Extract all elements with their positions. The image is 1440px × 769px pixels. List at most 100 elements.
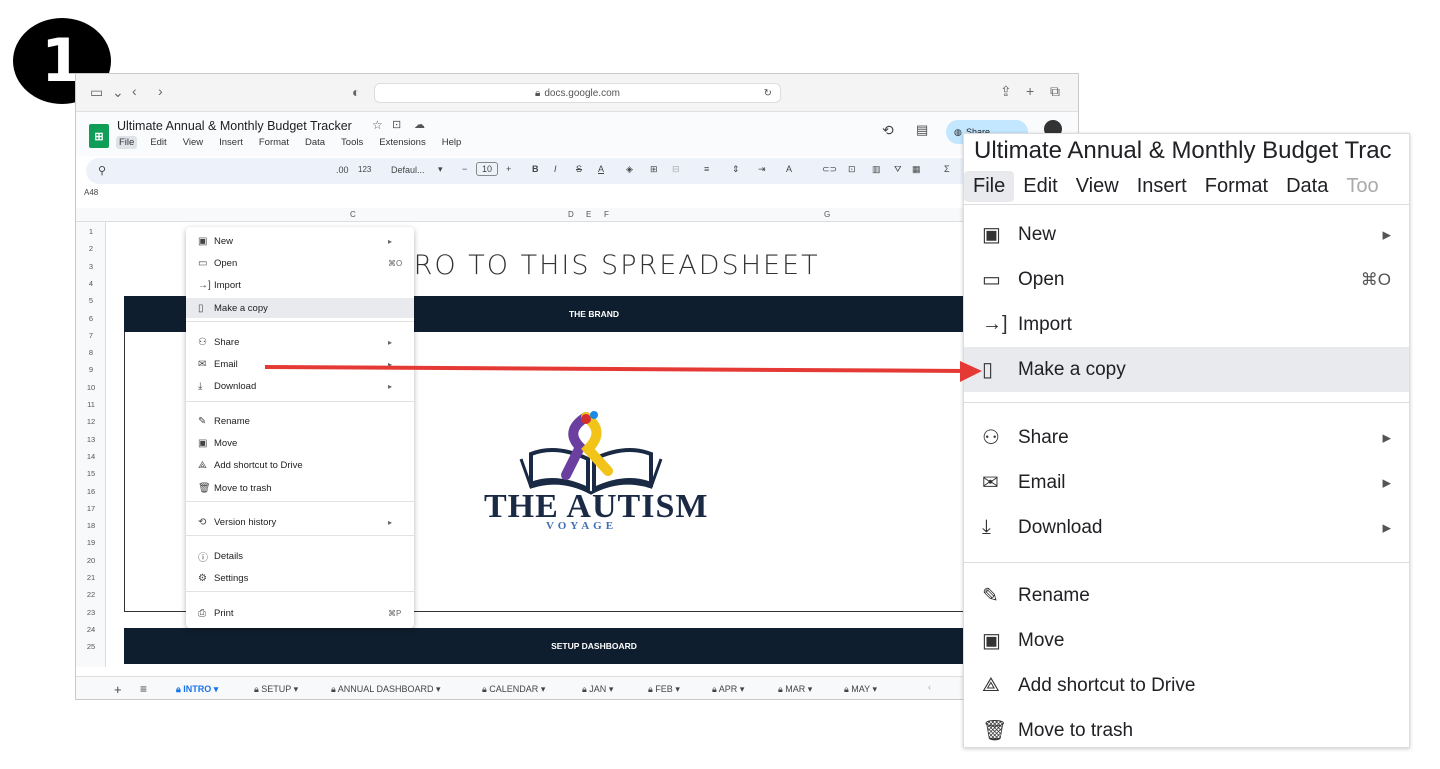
sheets-logo-icon[interactable]: ⊞ bbox=[89, 124, 109, 148]
comment-icon[interactable]: ⊡ bbox=[848, 164, 856, 175]
new-tab-icon[interactable]: + bbox=[1026, 83, 1034, 99]
zoom-menu-item-email[interactable]: ✉ Email ▸ bbox=[964, 460, 1409, 505]
row-number[interactable]: 24 bbox=[76, 625, 106, 634]
menu-file[interactable]: File bbox=[116, 136, 138, 149]
scroll-left-icon[interactable]: ‹ bbox=[928, 682, 931, 692]
zoom-menu-item-share[interactable]: ⚇ Share ▸ bbox=[964, 415, 1409, 460]
file-menu-item-details[interactable]: ⓘ Details bbox=[186, 546, 414, 566]
number-format-button[interactable]: 123 bbox=[358, 165, 371, 174]
file-menu-item-import[interactable]: →] Import bbox=[186, 275, 414, 295]
zoom-menu-item-add-shortcut-to-drive[interactable]: ⟁ Add shortcut to Drive bbox=[964, 663, 1409, 708]
file-menu-item-move-to-trash[interactable]: 🗑︎ Move to trash bbox=[186, 478, 414, 498]
file-menu-item-move[interactable]: ▣ Move bbox=[186, 433, 414, 453]
row-number[interactable]: 17 bbox=[76, 504, 106, 513]
zoom-menu-item-move-to-trash[interactable]: 🗑︎ Move to trash bbox=[964, 708, 1409, 747]
comments-icon[interactable]: ▤ bbox=[916, 122, 928, 138]
valign-icon[interactable]: ⇕ bbox=[732, 164, 740, 175]
file-menu-item-share[interactable]: ⚇ Share ▸ bbox=[186, 332, 414, 352]
rotate-text-icon[interactable]: A bbox=[786, 164, 792, 174]
address-bar[interactable]: 🔒︎ docs.google.com ↻ bbox=[374, 83, 781, 103]
all-sheets-icon[interactable]: ≡ bbox=[140, 682, 147, 696]
row-number[interactable]: 5 bbox=[76, 296, 106, 305]
menu-data[interactable]: Data bbox=[302, 136, 328, 149]
file-menu-item-email[interactable]: ✉ Email ▸ bbox=[186, 354, 414, 374]
tab-may[interactable]: 🔒︎ MAY ▾ bbox=[844, 684, 877, 695]
bold-icon[interactable]: B bbox=[532, 164, 539, 174]
file-menu-item-download[interactable]: ⤓ Download ▸ bbox=[186, 376, 414, 396]
share-sheet-icon[interactable]: ⇪ bbox=[1000, 83, 1012, 100]
chevron-down-icon[interactable]: ⌄ bbox=[112, 84, 124, 101]
row-number[interactable]: 14 bbox=[76, 452, 106, 461]
wrap-icon[interactable]: ⇥ bbox=[758, 164, 766, 175]
zoom-menu-item-open[interactable]: ▭ Open ⌘O bbox=[964, 257, 1409, 302]
file-menu-item-make-a-copy[interactable]: ▯ Make a copy bbox=[186, 298, 414, 318]
sidebar-icon[interactable]: ▭ bbox=[90, 84, 103, 101]
tab-calendar[interactable]: 🔒︎ CALENDAR ▾ bbox=[482, 684, 545, 695]
tab-setup[interactable]: 🔒︎ SETUP ▾ bbox=[254, 684, 298, 695]
font-size-input[interactable]: 10 bbox=[476, 162, 499, 176]
menu-extensions[interactable]: Extensions bbox=[376, 136, 428, 149]
menu-tools[interactable]: Tools bbox=[338, 136, 366, 149]
zoom-menu-item-download[interactable]: ⤓ Download ▸ bbox=[964, 505, 1409, 550]
file-menu-item-print[interactable]: ⎙ Print ⌘P bbox=[186, 603, 414, 623]
row-number[interactable]: 16 bbox=[76, 487, 106, 496]
file-menu-item-settings[interactable]: ⚙ Settings bbox=[186, 568, 414, 588]
menu-insert[interactable]: Insert bbox=[216, 136, 246, 149]
column-e[interactable]: E bbox=[586, 210, 591, 219]
column-g[interactable]: G bbox=[824, 210, 830, 219]
functions-icon[interactable]: Σ bbox=[944, 164, 950, 174]
menu-help[interactable]: Help bbox=[439, 136, 465, 149]
star-icon[interactable]: ☆ bbox=[372, 118, 383, 132]
row-number[interactable]: 9 bbox=[76, 365, 106, 374]
link-icon[interactable]: ⊂⊃ bbox=[822, 164, 837, 175]
strikethrough-icon[interactable]: S bbox=[576, 164, 582, 174]
doc-title[interactable]: Ultimate Annual & Monthly Budget Tracker bbox=[117, 119, 352, 133]
menu-view[interactable]: View bbox=[180, 136, 206, 149]
row-number[interactable]: 2 bbox=[76, 244, 106, 253]
row-number[interactable]: 8 bbox=[76, 348, 106, 357]
reload-icon[interactable]: ↻ bbox=[764, 88, 772, 99]
file-menu-item-add-shortcut-to-drive[interactable]: ⟁ Add shortcut to Drive bbox=[186, 455, 414, 475]
borders-icon[interactable]: ⊞ bbox=[650, 164, 658, 175]
file-menu-item-version-history[interactable]: ⟲ Version history ▸ bbox=[186, 512, 414, 532]
row-number[interactable]: 13 bbox=[76, 435, 106, 444]
row-number[interactable]: 15 bbox=[76, 469, 106, 478]
row-number[interactable]: 21 bbox=[76, 573, 106, 582]
name-box[interactable]: A48 bbox=[76, 188, 112, 197]
zoom-menu-item-rename[interactable]: ✎ Rename bbox=[964, 573, 1409, 618]
tab-feb[interactable]: 🔒︎ FEB ▾ bbox=[648, 684, 680, 695]
add-sheet-icon[interactable]: + bbox=[114, 682, 122, 697]
version-history-icon[interactable]: ⟲ bbox=[882, 122, 894, 139]
row-number[interactable]: 10 bbox=[76, 383, 106, 392]
menu-format[interactable]: Format bbox=[256, 136, 292, 149]
file-menu-item-rename[interactable]: ✎ Rename bbox=[186, 411, 414, 431]
zoom-menu-item-import[interactable]: →] Import bbox=[964, 302, 1409, 347]
row-number[interactable]: 23 bbox=[76, 608, 106, 617]
row-number[interactable]: 18 bbox=[76, 521, 106, 530]
menu-edit[interactable]: Edit bbox=[147, 136, 169, 149]
zoom-menu-item-make-a-copy[interactable]: ▯ Make a copy bbox=[964, 347, 1409, 392]
font-select[interactable]: Defaul... bbox=[391, 165, 425, 175]
tab-overview-icon[interactable]: ⧉ bbox=[1050, 83, 1060, 100]
privacy-shield-icon[interactable]: ◐ bbox=[352, 84, 360, 100]
column-f[interactable]: F bbox=[604, 210, 609, 219]
filter-icon[interactable]: ⛛ bbox=[894, 164, 902, 175]
forward-icon[interactable]: › bbox=[158, 83, 163, 99]
tab-apr[interactable]: 🔒︎ APR ▾ bbox=[712, 684, 744, 695]
zoom-menu-item-new[interactable]: ▣ New ▸ bbox=[964, 212, 1409, 257]
search-menus-icon[interactable]: ⚲ bbox=[98, 164, 106, 177]
filter-views-icon[interactable]: ▦ bbox=[912, 164, 921, 175]
decrease-font-icon[interactable]: − bbox=[462, 164, 467, 174]
row-number[interactable]: 25 bbox=[76, 642, 106, 651]
row-number[interactable]: 3 bbox=[76, 262, 106, 271]
align-icon[interactable]: ≡ bbox=[704, 164, 709, 174]
tab-jan[interactable]: 🔒︎ JAN ▾ bbox=[582, 684, 613, 695]
increase-font-icon[interactable]: + bbox=[506, 164, 511, 174]
file-menu-item-new[interactable]: ▣ New ▸ bbox=[186, 231, 414, 251]
text-color-icon[interactable]: A bbox=[598, 164, 604, 174]
row-number[interactable]: 6 bbox=[76, 314, 106, 323]
row-number[interactable]: 7 bbox=[76, 331, 106, 340]
tab-mar[interactable]: 🔒︎ MAR ▾ bbox=[778, 684, 812, 695]
chart-icon[interactable]: ▥ bbox=[872, 164, 881, 175]
column-c[interactable]: C bbox=[350, 210, 356, 219]
